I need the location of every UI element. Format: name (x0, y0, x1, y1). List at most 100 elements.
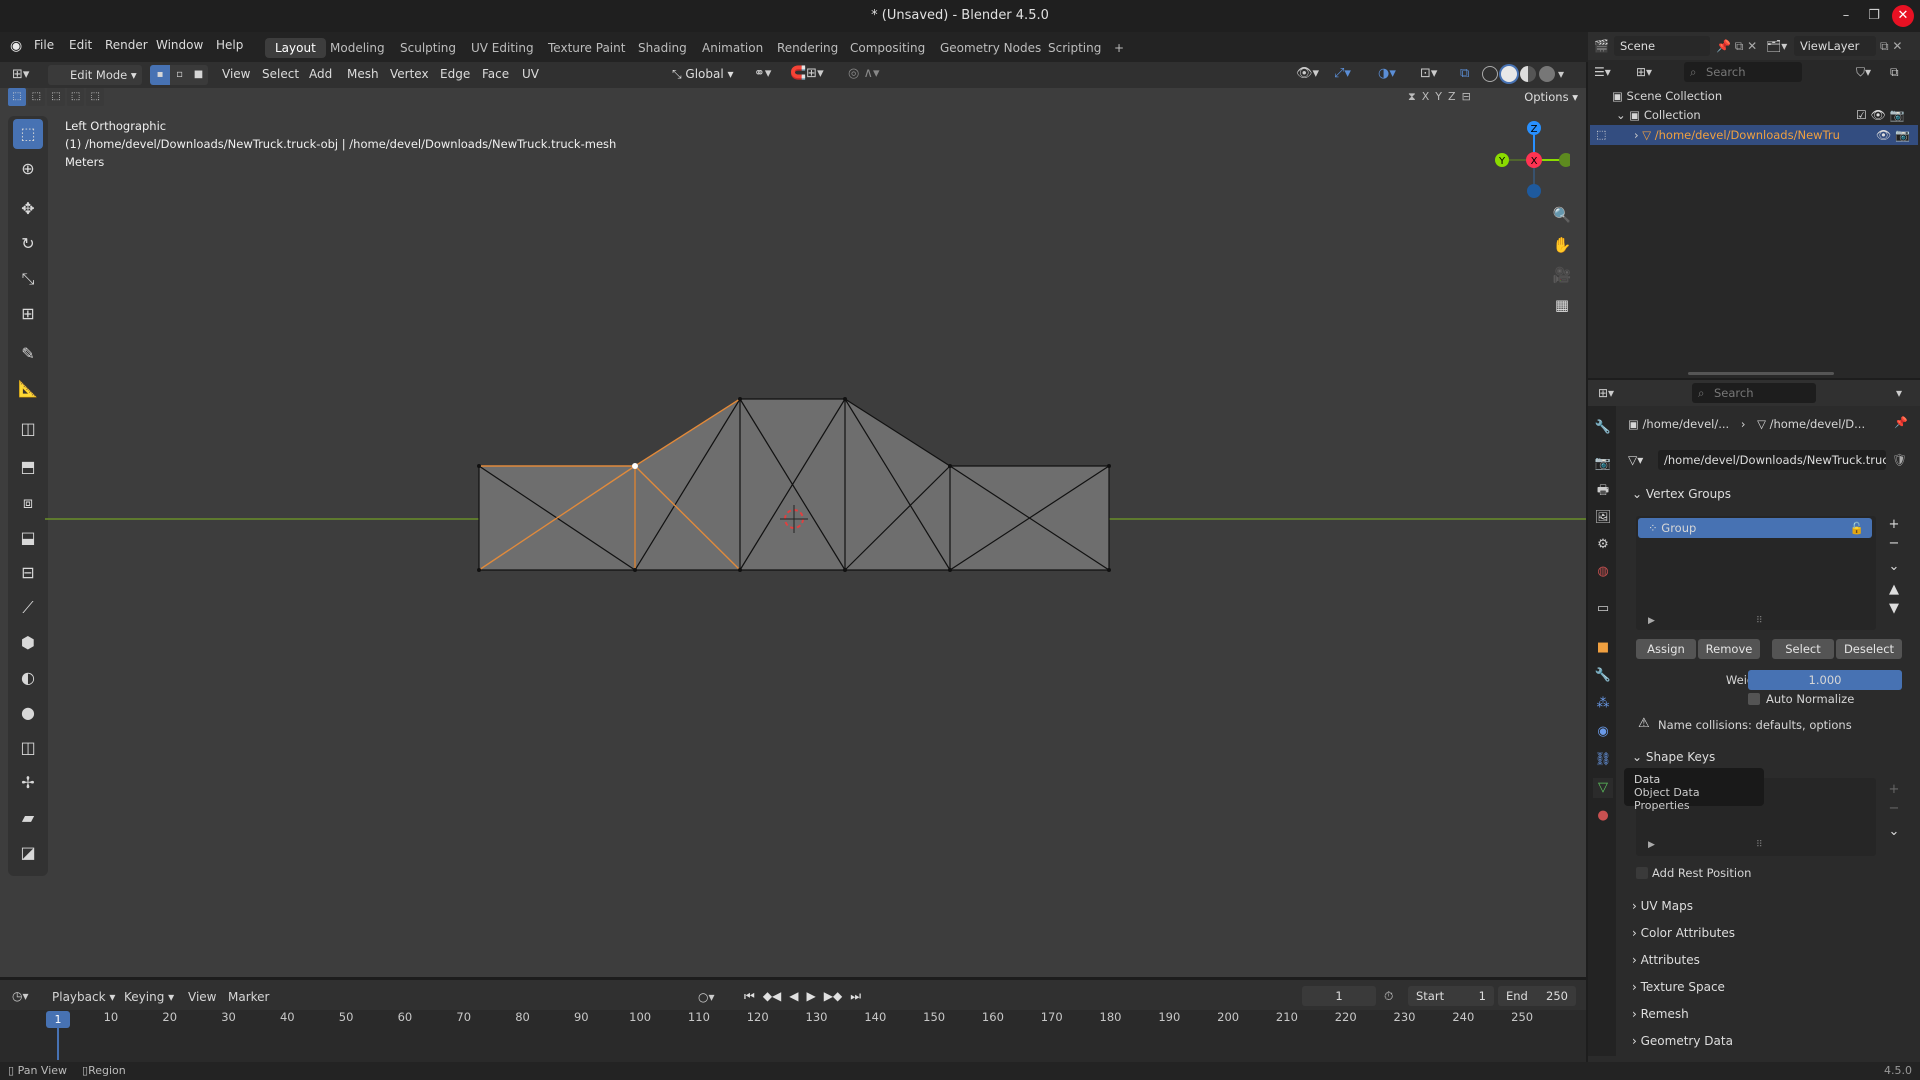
fake-user-shield-icon[interactable]: 🛡 (1892, 451, 1910, 469)
play-reverse-icon[interactable]: ◀ (789, 986, 798, 1006)
add-rest-position-checkbox[interactable] (1636, 867, 1648, 879)
move-up-icon[interactable]: ▲ (1884, 580, 1904, 599)
attributes-panel-header[interactable]: › Attributes (1624, 949, 1914, 971)
vertex-groups-panel-header[interactable]: ⌄ Vertex Groups (1624, 483, 1914, 505)
close-button[interactable]: ✕ (1892, 5, 1914, 27)
geometry-data-panel-header[interactable]: › Geometry Data (1624, 1030, 1914, 1052)
constraints-tab-icon[interactable]: ⛓ (1593, 750, 1613, 770)
timeline-editor-type-icon[interactable]: ◷▾ (12, 986, 40, 1006)
viewlayer-icon[interactable]: 🗂▾ (1766, 37, 1794, 55)
play-icon[interactable]: ▶ (807, 986, 816, 1006)
shape-keys-panel-header[interactable]: ⌄ Shape Keys (1624, 746, 1914, 768)
view-layer-tab-icon[interactable]: 🖼 (1593, 508, 1613, 528)
lock-icon[interactable]: 🔓 (1850, 518, 1864, 538)
collapse-arrow-icon[interactable]: ⌄ (1616, 108, 1629, 122)
viewlayer-selector[interactable]: ViewLayer (1794, 36, 1876, 56)
physics-tab-icon[interactable]: ◉ (1593, 722, 1613, 742)
playback-menu[interactable]: Playback ▾ (52, 988, 122, 1006)
assign-button[interactable]: Assign (1636, 639, 1696, 659)
scene-actions-icons[interactable]: 📌 ⧉ ✕ (1716, 36, 1760, 56)
playhead[interactable]: 1 (46, 1011, 70, 1028)
workspace-tab-sculpting[interactable]: Sculpting (390, 38, 466, 58)
particles-tab-icon[interactable]: ⁂ (1593, 694, 1613, 714)
new-collection-icon[interactable]: ⧉ (1890, 62, 1914, 82)
add-vertex-group-button[interactable]: + (1884, 515, 1904, 534)
frame-ruler[interactable]: 10 20 30 40 50 60 70 80 90 100 110 120 130 140 150 160 1… (0, 1010, 1586, 1028)
properties-options-icon[interactable]: ▾ (1896, 384, 1914, 402)
remove-vertex-group-button[interactable]: − (1884, 534, 1904, 553)
keying-menu[interactable]: Keying ▾ (124, 988, 184, 1006)
jump-start-icon[interactable]: ⏮ (744, 986, 755, 1006)
perspective-grid-icon[interactable]: ▦ (1550, 293, 1574, 317)
mesh-name-field[interactable]: /home/devel/Downloads/NewTruck.truc... (1658, 450, 1886, 470)
start-frame-field[interactable]: Start 1 (1408, 986, 1494, 1006)
list-expand-icon[interactable]: ▶ (1648, 616, 1660, 628)
tool-tab-icon[interactable]: 🔧 (1593, 418, 1613, 438)
truck-mesh[interactable] (477, 397, 1111, 572)
outliner-scrollbar[interactable] (1688, 372, 1834, 375)
list-resize-handle[interactable]: ⠿ (1756, 840, 1772, 852)
color-attributes-panel-header[interactable]: › Color Attributes (1624, 922, 1914, 944)
workspace-tab-shading[interactable]: Shading (628, 38, 697, 58)
weight-slider[interactable]: 1.000 (1748, 670, 1902, 690)
workspace-tab-geometry-nodes[interactable]: Geometry Nodes (930, 38, 1051, 58)
end-frame-field[interactable]: End 250 (1498, 986, 1576, 1006)
navigation-gizmo[interactable]: Z Y X (1490, 115, 1570, 205)
move-down-icon[interactable]: ▼ (1884, 599, 1904, 618)
auto-normalize-checkbox[interactable] (1748, 693, 1760, 705)
current-frame-field[interactable]: 1 (1302, 986, 1376, 1006)
auto-keying-icon[interactable]: ○▾ (698, 988, 726, 1006)
gizmo-neg-z-icon[interactable] (1527, 184, 1541, 198)
uv-maps-panel-header[interactable]: › UV Maps (1624, 895, 1914, 917)
render-tab-icon[interactable]: 📷 (1593, 454, 1613, 474)
select-button[interactable]: Select (1772, 639, 1834, 659)
object-visibility-icons[interactable]: 👁 📷 (1876, 126, 1916, 144)
vertex-group-specials-icon[interactable]: ⌄ (1884, 557, 1904, 576)
blender-logo-icon[interactable]: ◉ (10, 38, 26, 54)
scene-selector[interactable]: Scene (1614, 36, 1710, 56)
minimize-button[interactable]: – (1832, 4, 1860, 28)
list-expand-icon[interactable]: ▶ (1648, 840, 1660, 852)
outliner-display-mode-icon[interactable]: ☰▾ (1594, 62, 1630, 82)
workspace-tab-layout[interactable]: Layout (265, 38, 326, 58)
breadcrumb-object[interactable]: /home/devel/... (1643, 417, 1730, 431)
object-mode-icon[interactable]: ⬚ (1596, 126, 1614, 144)
workspace-tab-rendering[interactable]: Rendering (767, 38, 848, 58)
deselect-button[interactable]: Deselect (1836, 639, 1902, 659)
menu-window[interactable]: Window (156, 38, 203, 52)
workspace-tab-modeling[interactable]: Modeling (320, 38, 395, 58)
menu-edit[interactable]: Edit (69, 38, 92, 52)
add-workspace-button[interactable]: + (1104, 38, 1134, 58)
scene-tab-icon[interactable]: ⚙ (1593, 535, 1613, 555)
list-resize-handle[interactable]: ⠿ (1756, 616, 1772, 628)
collection-visibility-icons[interactable]: ☑ 👁 📷 (1856, 106, 1916, 124)
camera-view-icon[interactable]: 🎥 (1550, 263, 1574, 287)
menu-help[interactable]: Help (216, 38, 243, 52)
timeline-view-menu[interactable]: View (188, 988, 224, 1006)
breadcrumb-mesh[interactable]: /home/devel/D... (1770, 417, 1866, 431)
properties-editor-type-icon[interactable]: ⊞▾ (1598, 384, 1628, 402)
texture-space-panel-header[interactable]: › Texture Space (1624, 976, 1914, 998)
pan-hand-icon[interactable]: ✋ (1550, 233, 1574, 257)
preview-range-icon[interactable]: ⏱ (1384, 987, 1402, 1005)
scene-icon[interactable]: 🎬 (1594, 37, 1614, 55)
viewlayer-actions-icons[interactable]: ⧉ ✕ (1880, 36, 1916, 56)
menu-render[interactable]: Render (105, 38, 148, 52)
material-tab-icon[interactable]: ● (1593, 806, 1613, 826)
outliner-object-item[interactable]: › ▽ /home/devel/Downloads/NewTru (1634, 126, 1874, 144)
workspace-tab-uv-editing[interactable]: UV Editing (461, 38, 544, 58)
pin-icon[interactable]: 📌 (1894, 416, 1910, 432)
workspace-tab-animation[interactable]: Animation (692, 38, 773, 58)
collection-tab-icon[interactable]: ▭ (1593, 599, 1613, 619)
remove-button[interactable]: Remove (1698, 639, 1760, 659)
output-tab-icon[interactable]: 🖶 (1593, 481, 1613, 501)
prev-keyframe-icon[interactable]: ◆◀ (763, 986, 781, 1006)
workspace-tab-compositing[interactable]: Compositing (840, 38, 935, 58)
viewport-canvas[interactable] (0, 62, 1586, 977)
maximize-button[interactable]: ❐ (1860, 4, 1888, 28)
menu-file[interactable]: File (34, 38, 54, 52)
zoom-icon[interactable]: 🔍 (1550, 203, 1574, 227)
outliner-search-input[interactable]: ⌕ Search (1684, 62, 1802, 82)
shape-key-specials-icon[interactable]: ⌄ (1884, 824, 1904, 842)
properties-search-input[interactable]: ⌕ Search (1692, 383, 1816, 403)
